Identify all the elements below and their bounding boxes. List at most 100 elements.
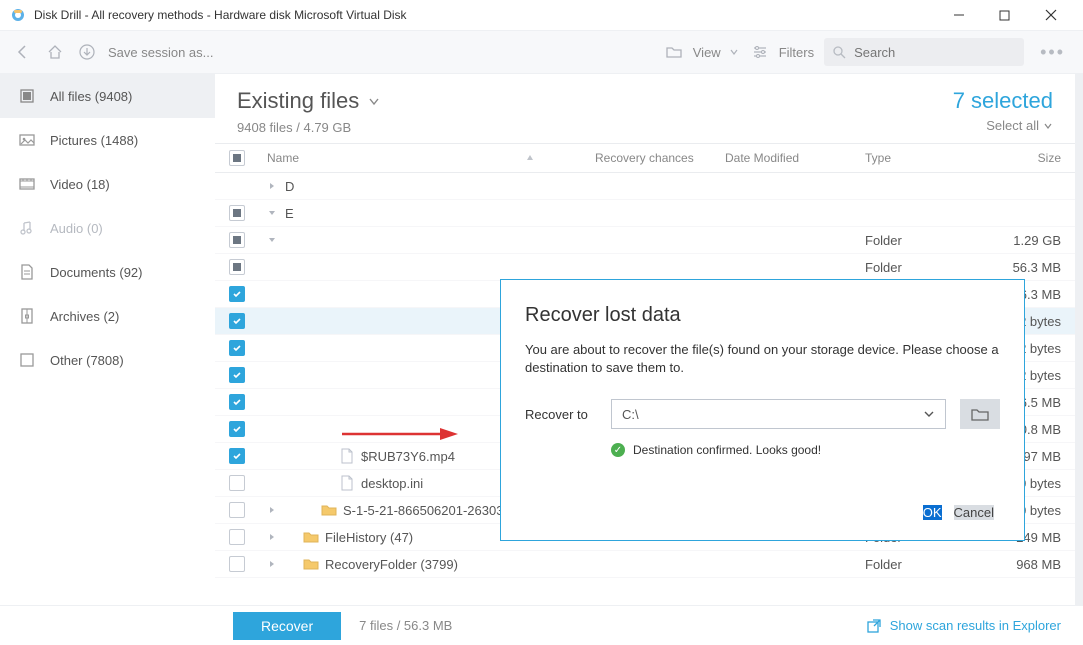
external-link-icon bbox=[866, 618, 882, 634]
dest-confirm-text: Destination confirmed. Looks good! bbox=[633, 443, 821, 457]
row-checkbox[interactable] bbox=[229, 313, 245, 329]
recover-to-value: C:\ bbox=[622, 407, 639, 422]
dialog-text: You are about to recover the file(s) fou… bbox=[525, 341, 1000, 377]
header-checkbox[interactable] bbox=[229, 150, 245, 166]
sort-arrow-icon bbox=[525, 153, 535, 163]
row-checkbox[interactable] bbox=[229, 529, 245, 545]
file-size: 1.29 GB bbox=[983, 233, 1061, 248]
ok-button[interactable]: OK bbox=[923, 505, 942, 520]
view-label: View bbox=[693, 45, 721, 60]
filters-button[interactable]: Filters bbox=[749, 41, 814, 63]
row-checkbox[interactable] bbox=[229, 394, 245, 410]
expand-icon[interactable] bbox=[267, 181, 285, 191]
expand-icon[interactable] bbox=[267, 208, 285, 218]
main-title-dropdown[interactable]: Existing files bbox=[237, 88, 381, 114]
check-circle-icon: ✓ bbox=[611, 443, 625, 457]
dialog-title: Recover lost data bbox=[525, 304, 1000, 327]
sidebar-item-archives[interactable]: Archives (2) bbox=[0, 294, 215, 338]
sidebar-item-label: Pictures (1488) bbox=[50, 133, 138, 148]
back-icon[interactable] bbox=[12, 41, 34, 63]
minimize-button[interactable] bbox=[953, 9, 981, 21]
sidebar-item-all-files[interactable]: All files (9408) bbox=[0, 74, 215, 118]
cancel-button[interactable]: Cancel bbox=[954, 505, 994, 520]
expand-icon[interactable] bbox=[267, 532, 285, 542]
row-checkbox[interactable] bbox=[229, 421, 245, 437]
recover-button[interactable]: Recover bbox=[233, 612, 341, 640]
recover-to-label: Recover to bbox=[525, 407, 597, 422]
file-name: D bbox=[285, 179, 294, 194]
select-all-button[interactable]: Select all bbox=[953, 118, 1053, 133]
home-icon[interactable] bbox=[44, 41, 66, 63]
file-size: 56.3 MB bbox=[983, 260, 1061, 275]
file-type: Folder bbox=[865, 233, 983, 248]
filters-icon bbox=[749, 41, 771, 63]
row-checkbox[interactable] bbox=[229, 556, 245, 572]
chevron-down-icon bbox=[1043, 121, 1053, 131]
row-checkbox[interactable] bbox=[229, 286, 245, 302]
table-row[interactable]: E bbox=[215, 200, 1075, 227]
recover-to-dropdown[interactable]: C:\ bbox=[611, 399, 946, 429]
toolbar: Save session as... View Filters ••• bbox=[0, 30, 1083, 74]
table-row[interactable]: D bbox=[215, 173, 1075, 200]
column-name[interactable]: Name bbox=[259, 151, 595, 165]
expand-icon[interactable] bbox=[267, 559, 285, 569]
file-name: E bbox=[285, 206, 294, 221]
show-in-explorer-link[interactable]: Show scan results in Explorer bbox=[866, 618, 1061, 634]
sidebar-item-other[interactable]: Other (7808) bbox=[0, 338, 215, 382]
sidebar-item-label: Documents (92) bbox=[50, 265, 142, 280]
sidebar-item-label: Other (7808) bbox=[50, 353, 124, 368]
row-checkbox[interactable] bbox=[229, 475, 245, 491]
row-checkbox[interactable] bbox=[229, 502, 245, 518]
file-size: 968 MB bbox=[983, 557, 1061, 572]
table-row[interactable]: RecoveryFolder (3799)Folder968 MB bbox=[215, 551, 1075, 578]
chevron-down-icon bbox=[923, 408, 935, 420]
sidebar-item-video[interactable]: Video (18) bbox=[0, 162, 215, 206]
save-session-button[interactable]: Save session as... bbox=[108, 45, 214, 60]
search-input[interactable] bbox=[852, 44, 1032, 61]
column-date[interactable]: Date Modified bbox=[725, 151, 865, 165]
row-checkbox[interactable] bbox=[229, 205, 245, 221]
file-name: desktop.ini bbox=[361, 476, 423, 491]
other-icon bbox=[18, 351, 36, 369]
folder-icon bbox=[663, 41, 685, 63]
row-checkbox[interactable] bbox=[229, 232, 245, 248]
sidebar-item-pictures[interactable]: Pictures (1488) bbox=[0, 118, 215, 162]
table-row[interactable]: Folder1.29 GB bbox=[215, 227, 1075, 254]
expand-icon[interactable] bbox=[267, 235, 285, 245]
bottom-bar: Recover 7 files / 56.3 MB Show scan resu… bbox=[0, 605, 1083, 645]
recover-dialog: Recover lost data You are about to recov… bbox=[500, 279, 1025, 541]
close-button[interactable] bbox=[1045, 9, 1073, 21]
view-dropdown[interactable]: View bbox=[663, 41, 739, 63]
browse-folder-button[interactable] bbox=[960, 399, 1000, 429]
folder-icon bbox=[303, 556, 319, 572]
maximize-button[interactable] bbox=[999, 10, 1027, 21]
search-input-wrap[interactable] bbox=[824, 38, 1024, 66]
download-icon[interactable] bbox=[76, 41, 98, 63]
search-icon bbox=[832, 45, 846, 59]
row-checkbox[interactable] bbox=[229, 340, 245, 356]
row-checkbox[interactable] bbox=[229, 367, 245, 383]
column-type[interactable]: Type bbox=[865, 151, 983, 165]
row-checkbox[interactable] bbox=[229, 448, 245, 464]
archives-icon bbox=[18, 307, 36, 325]
sidebar-item-label: Audio (0) bbox=[50, 221, 103, 236]
file-icon bbox=[339, 448, 355, 464]
more-menu-icon[interactable]: ••• bbox=[1034, 42, 1071, 63]
explorer-link-label: Show scan results in Explorer bbox=[890, 618, 1061, 633]
column-recovery[interactable]: Recovery chances bbox=[595, 151, 725, 165]
documents-icon bbox=[18, 263, 36, 281]
sidebar-item-audio[interactable]: Audio (0) bbox=[0, 206, 215, 250]
table-row[interactable]: Folder56.3 MB bbox=[215, 254, 1075, 281]
app-logo-icon bbox=[10, 7, 26, 23]
select-all-label: Select all bbox=[986, 118, 1039, 133]
file-name: $RUB73Y6.mp4 bbox=[361, 449, 455, 464]
pictures-icon bbox=[18, 131, 36, 149]
sidebar-item-documents[interactable]: Documents (92) bbox=[0, 250, 215, 294]
table-header: Name Recovery chances Date Modified Type… bbox=[215, 143, 1075, 173]
column-size[interactable]: Size bbox=[983, 151, 1061, 165]
file-icon bbox=[339, 475, 355, 491]
main-title-text: Existing files bbox=[237, 88, 359, 114]
expand-icon[interactable] bbox=[267, 505, 285, 515]
row-checkbox[interactable] bbox=[229, 259, 245, 275]
chevron-down-icon bbox=[729, 47, 739, 57]
